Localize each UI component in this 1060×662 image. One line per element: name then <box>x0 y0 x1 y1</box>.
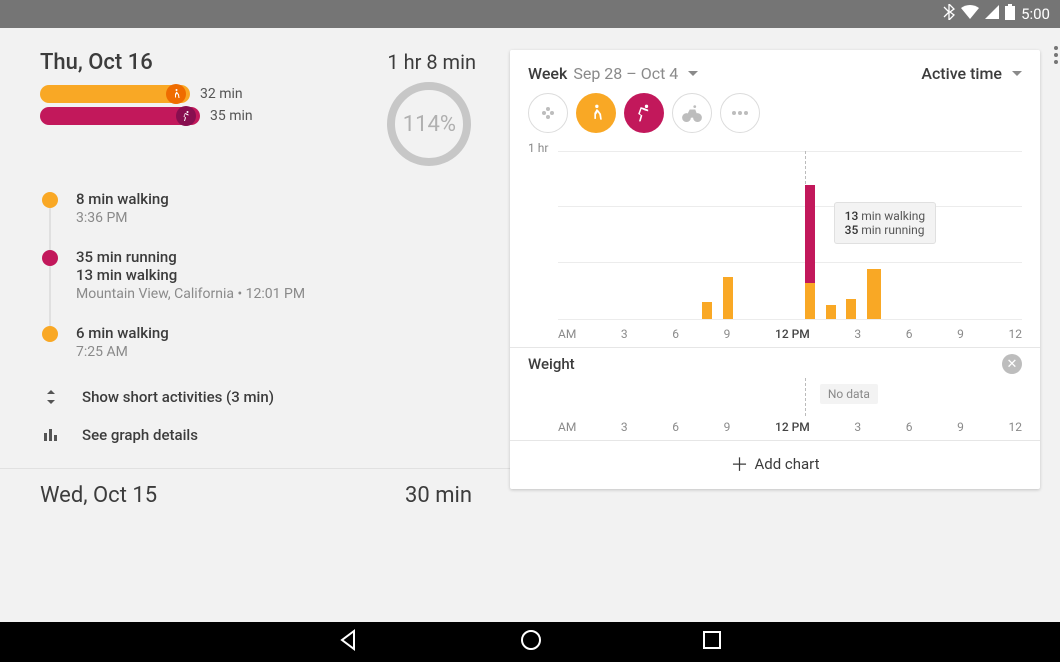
timeline-title2: 13 min walking <box>76 266 305 284</box>
prev-date-heading: Wed, Oct 15 <box>40 483 157 508</box>
metric-label: Active time <box>921 64 1002 83</box>
walk-bar-label: 32 min <box>200 86 243 102</box>
weight-title: Weight <box>528 355 575 373</box>
timeline-item[interactable]: 8 min walking 3:36 PM <box>42 190 484 226</box>
activity-chip-run[interactable] <box>624 93 664 133</box>
no-data-badge: No data <box>820 384 878 404</box>
run-bar: 35 min <box>40 107 253 125</box>
metric-selector[interactable]: Active time <box>921 64 1022 83</box>
remove-weight-button[interactable]: ✕ <box>1002 354 1022 374</box>
chart-bar <box>702 302 712 319</box>
overflow-menu-button[interactable] <box>1054 46 1058 68</box>
weight-chart[interactable]: No data AM36912 PM36912 <box>528 378 1022 434</box>
cell-signal-icon <box>985 5 999 23</box>
date-heading: Thu, Oct 16 <box>40 50 253 75</box>
android-status-bar: 5:00 <box>0 0 1060 28</box>
x-axis: AM36912 PM36912 <box>558 420 1022 434</box>
walk-dot-icon <box>42 192 58 208</box>
status-time: 5:00 <box>1021 5 1050 23</box>
weight-section: Weight ✕ No data AM36912 PM36912 <box>510 347 1040 434</box>
wifi-icon <box>961 5 979 23</box>
plus-icon: ＋ <box>730 451 748 477</box>
walk-icon <box>166 84 186 104</box>
chart-tooltip: 13 min walking 35 min running <box>835 203 936 243</box>
activity-timeline: 8 min walking 3:36 PM 35 min running 13 … <box>40 190 484 360</box>
y-axis-label: 1 hr <box>528 141 548 155</box>
chart-card: Week Sep 28 – Oct 4 Active time <box>510 50 1040 489</box>
battery-icon <box>1005 4 1015 24</box>
walk-dot-icon <box>42 326 58 342</box>
x-axis: AM36912 PM36912 <box>558 327 1022 341</box>
add-chart-button[interactable]: ＋ Add chart <box>510 440 1040 479</box>
bluetooth-icon <box>943 4 955 24</box>
activity-chip-all[interactable] <box>528 93 568 133</box>
chart-bar <box>867 269 881 319</box>
activity-chip-walk[interactable] <box>576 93 616 133</box>
android-nav-bar <box>0 622 1060 662</box>
run-dot-icon <box>42 250 58 266</box>
walk-bar: 32 min <box>40 85 253 103</box>
nav-back-button[interactable] <box>338 629 360 655</box>
dropdown-caret-icon <box>688 71 698 76</box>
add-chart-label: Add chart <box>754 455 819 473</box>
timeline-title: 6 min walking <box>76 324 169 342</box>
highlight-line <box>805 378 806 416</box>
timeline-title: 8 min walking <box>76 190 169 208</box>
bar-chart-icon <box>40 429 62 441</box>
run-bar-label: 35 min <box>210 108 253 124</box>
see-graph-details-button[interactable]: See graph details <box>40 420 484 450</box>
period-value: Sep 28 – Oct 4 <box>573 64 678 83</box>
total-time-label: 1 hr 8 min <box>387 50 476 74</box>
show-short-label: Show short activities (3 min) <box>82 388 274 406</box>
dropdown-caret-icon <box>1012 71 1022 76</box>
timeline-sub: Mountain View, California • 12:01 PM <box>76 286 305 302</box>
progress-ring: 114% <box>387 82 471 166</box>
show-short-activities-button[interactable]: Show short activities (3 min) <box>40 382 484 412</box>
period-selector[interactable]: Week Sep 28 – Oct 4 <box>528 64 698 83</box>
period-label: Week <box>528 64 567 83</box>
active-time-chart[interactable]: 1 hr 13 min wal <box>528 141 1022 341</box>
activity-chip-bike[interactable] <box>672 93 712 133</box>
chart-grid <box>558 151 1022 319</box>
chart-bar <box>846 299 856 319</box>
prev-total-time: 30 min <box>405 483 472 508</box>
chart-bar-highlight <box>805 185 815 319</box>
timeline-title: 35 min running <box>76 248 305 266</box>
activity-chip-more[interactable] <box>720 93 760 133</box>
chart-bar <box>723 277 733 319</box>
day-panel: Thu, Oct 16 32 min <box>0 28 510 622</box>
timeline-sub: 3:36 PM <box>76 210 169 226</box>
chart-bar <box>826 305 836 319</box>
timeline-sub: 7:25 AM <box>76 344 169 360</box>
timeline-item[interactable]: 35 min running 13 min walking Mountain V… <box>42 248 484 302</box>
progress-ring-value: 114% <box>403 112 456 137</box>
timeline-item[interactable]: 6 min walking 7:25 AM <box>42 324 484 360</box>
nav-recents-button[interactable] <box>702 630 722 654</box>
expand-collapse-icon <box>40 390 62 404</box>
run-icon <box>176 106 196 126</box>
see-details-label: See graph details <box>82 426 198 444</box>
nav-home-button[interactable] <box>520 629 542 655</box>
divider <box>0 468 510 469</box>
